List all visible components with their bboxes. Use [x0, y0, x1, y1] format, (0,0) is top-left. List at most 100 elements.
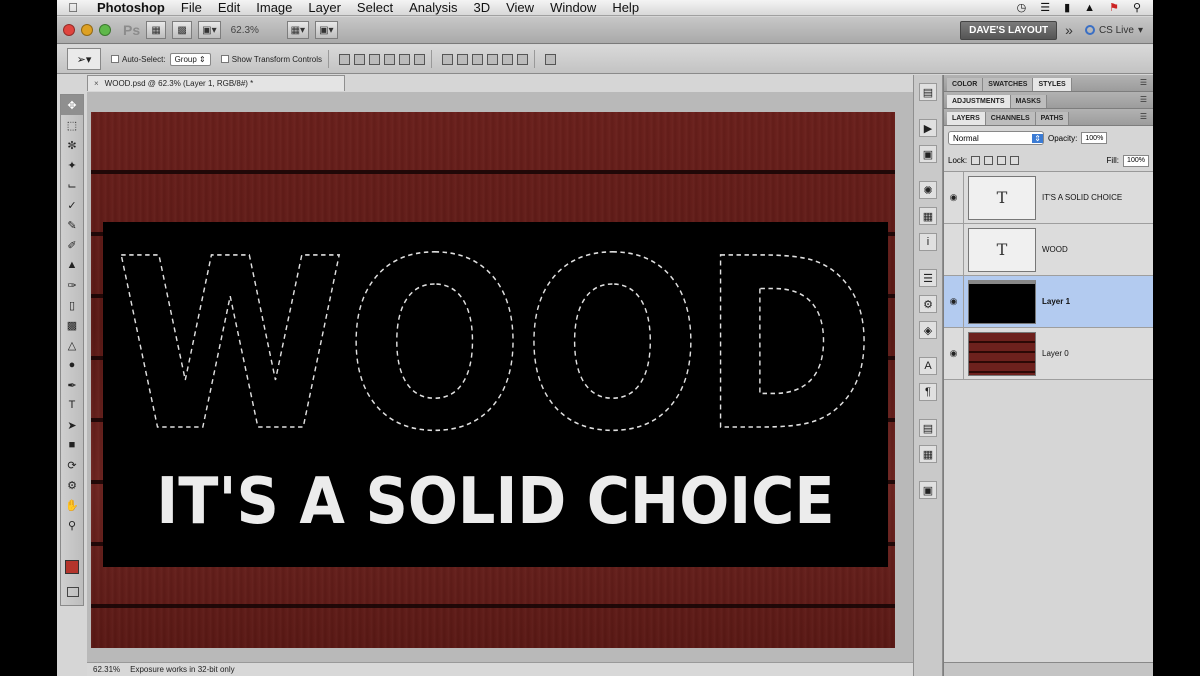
distribute-left-icon[interactable]: [487, 53, 499, 65]
cs-live-button[interactable]: CS Live ▾: [1084, 25, 1143, 36]
status-zoom[interactable]: 62.31%: [93, 665, 120, 674]
layer-row[interactable]: T WOOD: [944, 223, 1153, 276]
show-transform-checkbox[interactable]: [220, 55, 229, 63]
layer-name[interactable]: IT'S A SOLID CHOICE: [1042, 193, 1122, 202]
minimize-window-button[interactable]: [81, 24, 93, 36]
gradient-tool-icon[interactable]: ▩: [61, 315, 83, 335]
blend-mode-select[interactable]: Normal ⇕: [948, 131, 1044, 145]
lock-position-icon[interactable]: [997, 156, 1007, 165]
layer-row[interactable]: ◉ T IT'S A SOLID CHOICE: [944, 171, 1153, 224]
dodge-tool-icon[interactable]: ●: [61, 355, 83, 375]
3d-rotate-tool-icon[interactable]: ⟳: [61, 455, 83, 475]
fill-field[interactable]: 100%: [1123, 154, 1149, 167]
spotlight-icon[interactable]: ⚲: [1133, 1, 1141, 14]
quick-select-tool-icon[interactable]: ✦: [61, 155, 83, 175]
align-left-icon[interactable]: [384, 53, 396, 65]
opacity-field[interactable]: 100%: [1081, 132, 1108, 144]
hand-tool-icon[interactable]: ✋: [61, 495, 83, 515]
document-canvas[interactable]: WOOD IT'S A SOLID CHOICE: [91, 112, 895, 648]
3d-panel-icon[interactable]: ▣: [919, 481, 937, 499]
document-tab[interactable]: × WOOD.psd @ 62.3% (Layer 1, RGB/8#) *: [87, 75, 345, 91]
menu-analysis[interactable]: Analysis: [401, 0, 465, 16]
color-panel-icon[interactable]: ◈: [919, 321, 937, 339]
workspace-switcher-button[interactable]: DAVE'S LAYOUT: [960, 20, 1058, 40]
move-tool-icon[interactable]: ✥: [61, 95, 83, 115]
notes-panel-icon[interactable]: ▤: [919, 419, 937, 437]
tab-adjustments[interactable]: ADJUSTMENTS: [947, 95, 1011, 108]
history-brush-tool-icon[interactable]: ✑: [61, 275, 83, 295]
menu-select[interactable]: Select: [349, 0, 401, 16]
battery-icon[interactable]: ▮: [1064, 1, 1070, 14]
tab-paths[interactable]: PATHS: [1035, 112, 1070, 125]
volume-icon[interactable]: ▲: [1084, 2, 1095, 14]
menu-view[interactable]: View: [498, 0, 542, 16]
foreground-color-swatch[interactable]: [65, 560, 79, 574]
distribute-top-icon[interactable]: [442, 53, 454, 65]
visibility-eye-icon[interactable]: ◉: [944, 275, 964, 328]
measurement-panel-icon[interactable]: ▦: [919, 445, 937, 463]
visibility-eye-icon[interactable]: ◉: [944, 327, 964, 380]
brush-tool-icon[interactable]: ✐: [61, 235, 83, 255]
menu-app-name[interactable]: Photoshop: [89, 0, 173, 16]
info-panel-icon[interactable]: i: [919, 233, 937, 251]
path-select-tool-icon[interactable]: ➤: [61, 415, 83, 435]
menu-3d[interactable]: 3D: [465, 0, 498, 16]
tab-masks[interactable]: MASKS: [1010, 95, 1047, 108]
tab-swatches[interactable]: SWATCHES: [983, 78, 1034, 91]
zoom-window-button[interactable]: [99, 24, 111, 36]
apple-menu-icon[interactable]: : [57, 0, 89, 15]
eyedropper-tool-icon[interactable]: ✓: [61, 195, 83, 215]
panel-menu-icon[interactable]: ☰: [1140, 112, 1147, 121]
shape-tool-icon[interactable]: ■: [61, 435, 83, 455]
marquee-tool-icon[interactable]: ⬚: [61, 115, 83, 135]
wifi-icon[interactable]: ☰: [1040, 1, 1050, 14]
auto-align-icon[interactable]: [545, 53, 557, 65]
tab-styles[interactable]: STYLES: [1033, 78, 1072, 91]
healing-brush-tool-icon[interactable]: ✎: [61, 215, 83, 235]
layer-name[interactable]: Layer 1: [1042, 297, 1070, 306]
layer-name[interactable]: WOOD: [1042, 245, 1068, 254]
menu-window[interactable]: Window: [542, 0, 604, 16]
paragraph-panel-icon[interactable]: ¶: [919, 383, 937, 401]
menu-help[interactable]: Help: [604, 0, 647, 16]
panel-menu-icon[interactable]: ☰: [1140, 95, 1147, 104]
lock-pixels-icon[interactable]: [984, 156, 994, 165]
distribute-bottom-icon[interactable]: [472, 53, 484, 65]
launch-bridge-button[interactable]: ▦: [146, 21, 167, 39]
auto-select-checkbox[interactable]: [111, 55, 119, 63]
align-top-icon[interactable]: [339, 53, 351, 65]
adjust-panel-icon[interactable]: ⚙: [919, 295, 937, 313]
menu-edit[interactable]: Edit: [210, 0, 248, 16]
pen-tool-icon[interactable]: ✒: [61, 375, 83, 395]
panel-menu-icon[interactable]: ☰: [1140, 78, 1147, 87]
brushes-panel-icon[interactable]: ✺: [919, 181, 937, 199]
3d-orbit-tool-icon[interactable]: ⚙: [61, 475, 83, 495]
close-window-button[interactable]: [63, 24, 75, 36]
status-message[interactable]: Exposure works in 32-bit only: [130, 665, 235, 674]
visibility-eye-icon-hidden[interactable]: [944, 223, 964, 276]
crop-tool-icon[interactable]: ⌙: [61, 175, 83, 195]
align-vcenter-icon[interactable]: [354, 53, 366, 65]
clone-source-panel-icon[interactable]: ▦: [919, 207, 937, 225]
align-hcenter-icon[interactable]: [399, 53, 411, 65]
flag-icon[interactable]: ⚑: [1109, 1, 1119, 14]
lasso-tool-icon[interactable]: ✼: [61, 135, 83, 155]
clone-stamp-tool-icon[interactable]: ▲: [61, 255, 83, 275]
distribute-vcenter-icon[interactable]: [457, 53, 469, 65]
auto-select-dropdown[interactable]: Group ⇕: [169, 52, 211, 66]
more-workspaces-button[interactable]: »: [1065, 22, 1073, 38]
tab-color[interactable]: COLOR: [947, 78, 984, 91]
layer-name[interactable]: Layer 0: [1042, 349, 1069, 358]
blur-tool-icon[interactable]: △: [61, 335, 83, 355]
zoom-tool-icon[interactable]: ⚲: [61, 515, 83, 535]
menu-image[interactable]: Image: [248, 0, 300, 16]
visibility-eye-icon[interactable]: ◉: [944, 171, 964, 224]
layer-row[interactable]: ◉ Layer 0: [944, 327, 1153, 380]
history-panel-icon[interactable]: ▤: [919, 83, 937, 101]
distribute-right-icon[interactable]: [517, 53, 529, 65]
align-right-icon[interactable]: [414, 53, 426, 65]
distribute-hcenter-icon[interactable]: [502, 53, 514, 65]
view-extras-button[interactable]: ▣▾: [198, 21, 221, 39]
arrange-documents-button[interactable]: ▦▾: [286, 21, 310, 39]
navigator-panel-icon[interactable]: ▣: [919, 145, 937, 163]
